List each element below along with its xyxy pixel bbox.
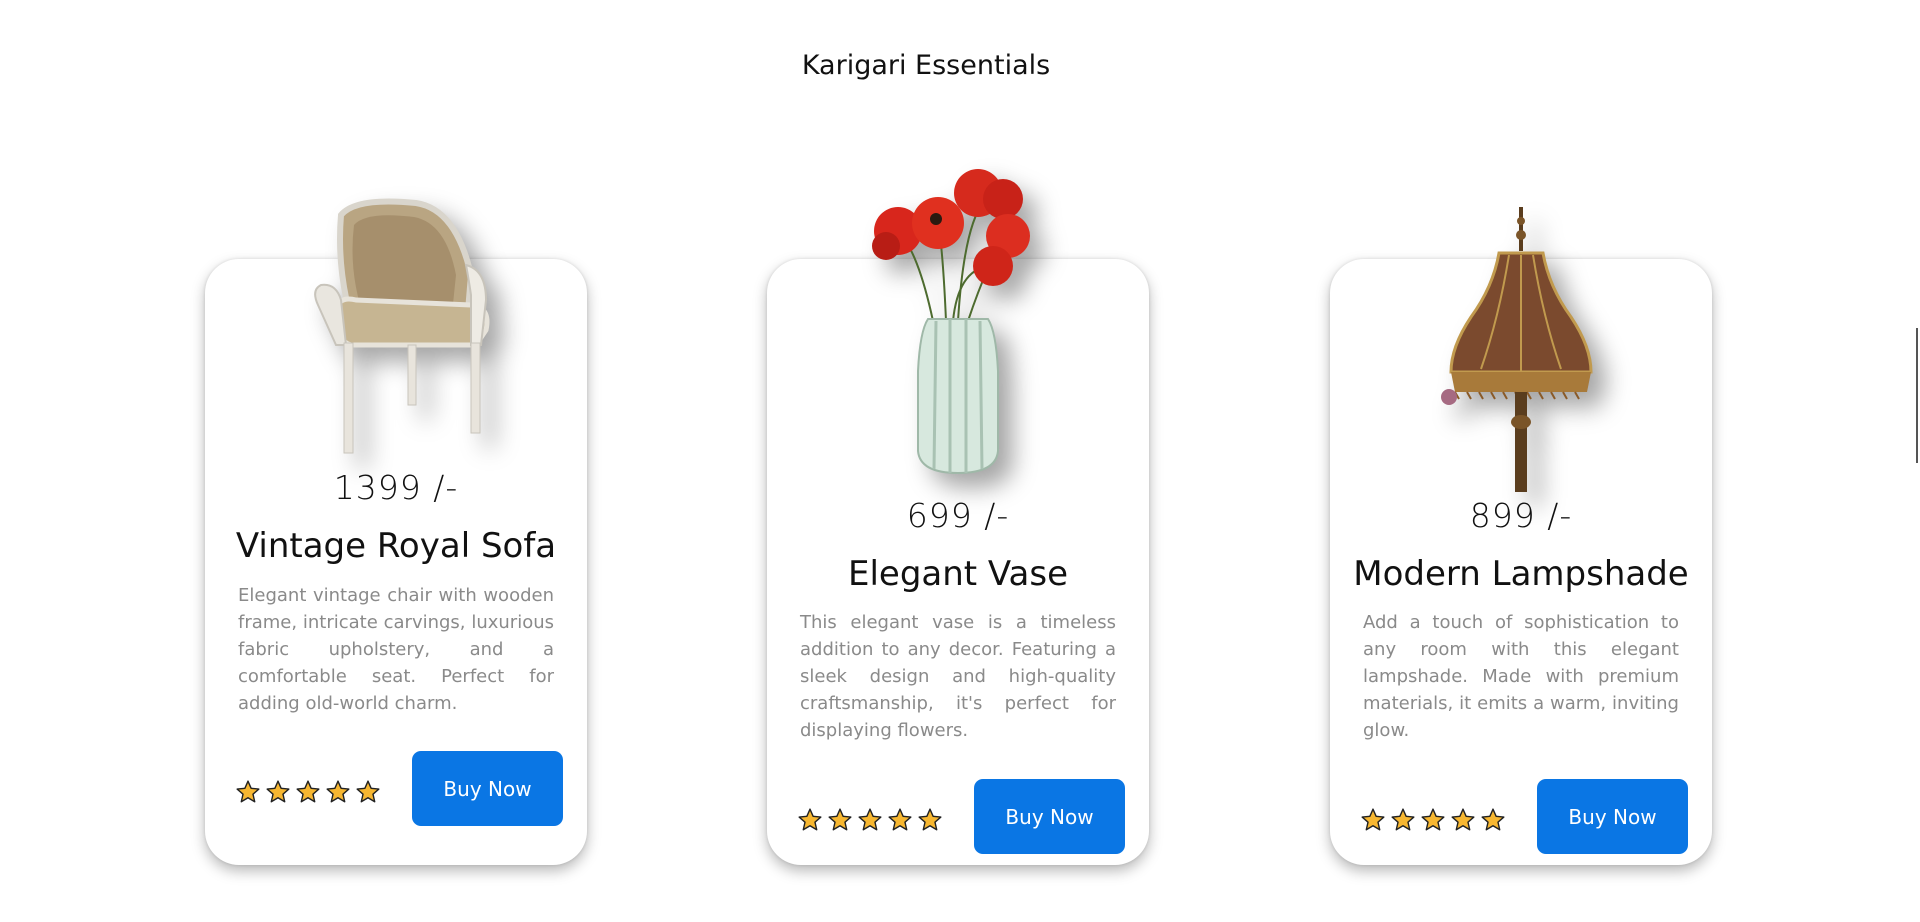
- lampshade-icon: [1441, 207, 1593, 492]
- product-description: This elegant vase is a timeless addition…: [800, 612, 1116, 741]
- star-icon: [236, 780, 260, 803]
- product-description: Elegant vintage chair with wooden frame,…: [238, 585, 554, 714]
- star-icon: [1451, 808, 1475, 831]
- product-name: Modern Lampshade: [1353, 554, 1689, 594]
- star-icon: [888, 808, 912, 831]
- star-icon: [356, 780, 380, 803]
- product-showcase: Karigari Essentials 1399 /- Vintage Roya…: [0, 0, 1920, 922]
- rating-stars: [1360, 807, 1506, 833]
- product-image: [767, 169, 1149, 481]
- product-image: [205, 195, 587, 455]
- product-card-sofa: 1399 /- Vintage Royal Sofa Elegant vinta…: [205, 198, 587, 865]
- buy-now-button[interactable]: Buy Now: [974, 779, 1125, 854]
- product-image: [1330, 207, 1712, 497]
- buy-now-button[interactable]: Buy Now: [412, 751, 563, 826]
- star-icon: [798, 808, 822, 831]
- product-name: Vintage Royal Sofa: [235, 526, 557, 566]
- rating-stars: [797, 807, 943, 833]
- product-name: Elegant Vase: [847, 554, 1069, 594]
- star-icon: [1481, 808, 1505, 831]
- product-card-vase: 699 /- Elegant Vase This elegant vase is…: [767, 169, 1149, 865]
- star-icon: [1361, 808, 1385, 831]
- star-icon: [296, 780, 320, 803]
- star-icon: [918, 808, 942, 831]
- star-icon: [1421, 808, 1445, 831]
- star-icon: [326, 780, 350, 803]
- star-icon: [266, 780, 290, 803]
- flower-vase-icon: [872, 169, 1030, 475]
- product-description: Add a touch of sophistication to any roo…: [1363, 612, 1679, 741]
- rating-stars: [235, 779, 381, 805]
- product-price: 899 /-: [1469, 496, 1573, 535]
- product-card-lampshade: 899 /- Modern Lampshade Add a touch of s…: [1330, 207, 1712, 865]
- section-title: Karigari Essentials: [801, 50, 1051, 81]
- buy-now-button[interactable]: Buy Now: [1537, 779, 1688, 854]
- scrollbar-thumb[interactable]: [1916, 328, 1918, 463]
- armchair-icon: [314, 198, 490, 454]
- star-icon: [1391, 808, 1415, 831]
- star-icon: [828, 808, 852, 831]
- star-icon: [858, 808, 882, 831]
- product-price: 699 /-: [906, 496, 1010, 535]
- product-price: 1399 /-: [333, 468, 459, 507]
